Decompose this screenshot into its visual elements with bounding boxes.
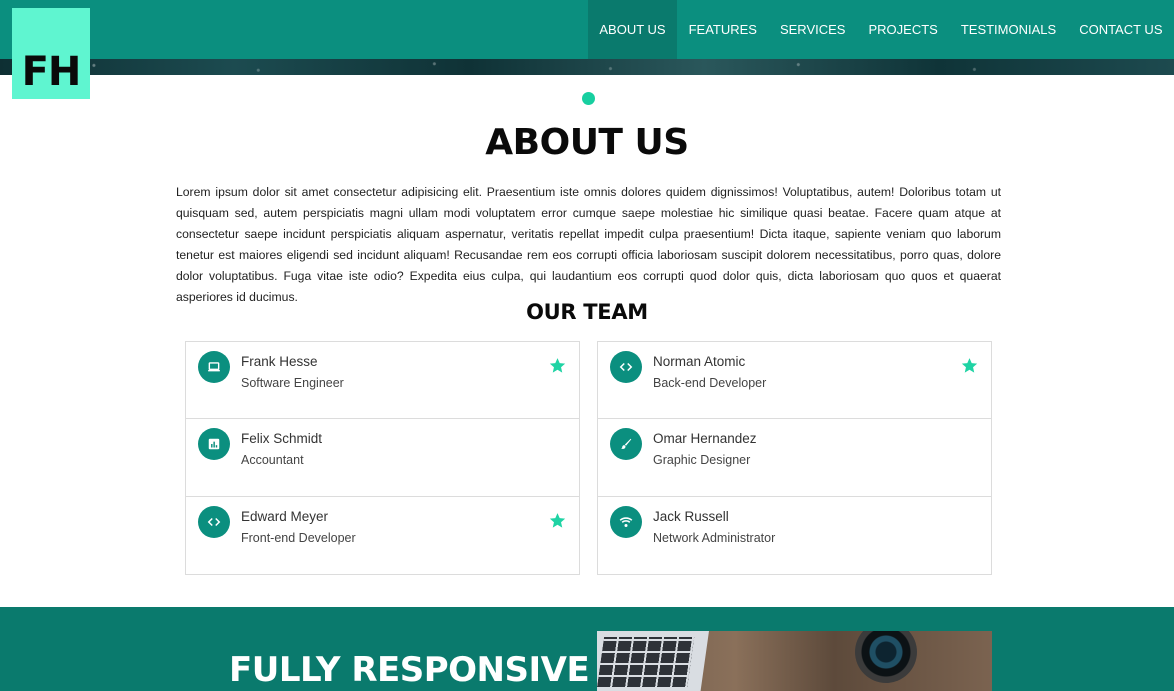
about-title: ABOUT US (485, 122, 689, 163)
code-icon (198, 505, 230, 538)
nav-item-projects[interactable]: PROJECTS (857, 0, 949, 59)
nav-item-contact-us[interactable]: CONTACT US (1068, 0, 1174, 59)
nav-item-about-us[interactable]: ABOUT US (587, 0, 678, 59)
team-member: Frank Hesse Software Engineer (186, 342, 579, 420)
team-member: Jack Russell Network Administrator (598, 497, 991, 574)
member-name: Jack Russell (653, 508, 729, 524)
camera-lens-image (855, 631, 917, 683)
logo-text: FH (21, 49, 82, 95)
about-paragraph: Lorem ipsum dolor sit amet consectetur a… (176, 185, 1001, 304)
star-icon[interactable] (549, 512, 566, 529)
nav-item-features[interactable]: FEATURES (677, 0, 768, 59)
code-icon (610, 351, 642, 383)
responsive-title: FULLY RESPONSIVE (229, 650, 590, 690)
desk-photo (597, 631, 992, 691)
wifi-icon (610, 505, 642, 538)
team-list-right: Norman Atomic Back-end Developer Omar He… (597, 341, 992, 575)
section-dot-icon (582, 92, 595, 105)
hero-banner-strip (0, 59, 1174, 75)
member-name: Edward Meyer (241, 508, 329, 524)
member-name: Omar Hernandez (653, 431, 757, 447)
team-title: OUR TEAM (526, 300, 648, 324)
member-name: Norman Atomic (653, 354, 746, 369)
member-name: Frank Hesse (241, 354, 318, 369)
laptop-icon (198, 351, 230, 383)
member-role: Graphic Designer (653, 453, 751, 468)
team-member: Norman Atomic Back-end Developer (598, 342, 991, 420)
member-role: Network Administrator (653, 530, 776, 545)
brush-icon (610, 428, 642, 461)
member-role: Back-end Developer (653, 376, 767, 390)
chart-icon (198, 428, 230, 461)
member-role: Accountant (241, 453, 304, 468)
team-list-left: Frank Hesse Software Engineer Felix Schm… (185, 341, 580, 575)
team-member: Omar Hernandez Graphic Designer (598, 419, 991, 497)
star-icon[interactable] (961, 357, 978, 374)
member-role: Software Engineer (241, 376, 344, 390)
nav-item-services[interactable]: SERVICES (768, 0, 857, 59)
nav-item-testimonials[interactable]: TESTIMONIALS (949, 0, 1067, 59)
main-nav: ABOUT US FEATURES SERVICES PROJECTS TEST… (587, 0, 1174, 59)
team-member: Felix Schmidt Accountant (186, 419, 579, 497)
team-member: Edward Meyer Front-end Developer (186, 497, 579, 574)
star-icon[interactable] (549, 357, 566, 374)
site-logo[interactable]: FH (12, 8, 90, 99)
member-name: Felix Schmidt (241, 431, 323, 447)
laptop-keyboard-image (597, 631, 709, 691)
member-role: Front-end Developer (241, 530, 356, 545)
